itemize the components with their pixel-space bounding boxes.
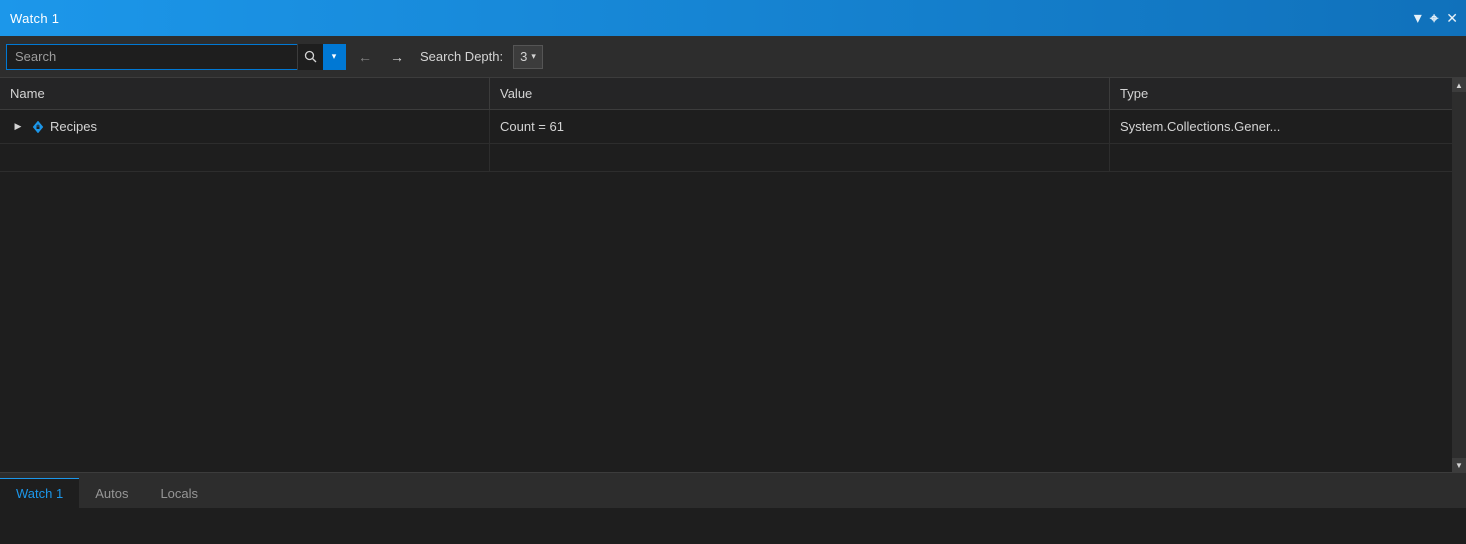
column-header-name: Name (0, 78, 490, 109)
watch-window: Watch 1 ▾ ⌖ ✕ ▾ ← → Search Dept (0, 0, 1466, 508)
empty-cell-value (490, 144, 1110, 171)
tab-watch1[interactable]: Watch 1 (0, 478, 79, 508)
scrollbar-track: ▲ ▼ (1452, 78, 1466, 472)
variable-icon (30, 119, 46, 135)
search-box: ▾ (6, 44, 346, 70)
dropdown-icon[interactable]: ▾ (1414, 8, 1422, 28)
title-bar: Watch 1 ▾ ⌖ ✕ (0, 0, 1466, 36)
variable-type: System.Collections.Gener... (1120, 119, 1280, 134)
nav-back-button[interactable]: ← (352, 44, 378, 70)
nav-forward-icon: → (390, 49, 404, 65)
cell-value: Count = 61 (490, 110, 1110, 143)
title-bar-actions: ▾ ⌖ ✕ (1414, 8, 1458, 28)
tab-bar: Watch 1 Autos Locals (0, 472, 1466, 508)
search-depth-label: Search Depth: (420, 49, 503, 64)
tab-locals[interactable]: Locals (144, 478, 214, 508)
content-area: Name Value Type ▶ (0, 78, 1466, 472)
variable-name: Recipes (50, 119, 97, 134)
nav-back-icon: ← (358, 49, 372, 65)
tab-autos[interactable]: Autos (79, 478, 144, 508)
nav-forward-button[interactable]: → (384, 44, 410, 70)
expand-button[interactable]: ▶ (10, 119, 26, 135)
title-bar-title: Watch 1 (10, 11, 59, 26)
toolbar: ▾ ← → Search Depth: 3 ▾ (0, 36, 1466, 78)
search-dropdown-chevron: ▾ (332, 51, 337, 62)
column-header-value: Value (490, 78, 1110, 109)
empty-row[interactable] (0, 144, 1466, 172)
search-depth-select[interactable]: 3 ▾ (513, 45, 543, 69)
depth-dropdown-arrow: ▾ (531, 51, 536, 62)
scrollbar-up-button[interactable]: ▲ (1452, 78, 1466, 92)
cell-name: ▶ Recipes (0, 110, 490, 143)
table-row[interactable]: ▶ Recipes Count = 61 (0, 110, 1466, 144)
empty-cell-type (1110, 144, 1466, 171)
column-header-type: Type (1110, 78, 1466, 109)
scrollbar-down-button[interactable]: ▼ (1452, 458, 1466, 472)
table-body: ▶ Recipes Count = 61 (0, 110, 1466, 172)
variable-value: Count = 61 (500, 119, 564, 134)
table-header: Name Value Type (0, 78, 1466, 110)
cell-type: System.Collections.Gener... (1110, 110, 1466, 143)
close-icon[interactable]: ✕ (1446, 10, 1458, 27)
empty-space (0, 172, 1466, 472)
pin-icon[interactable]: ⌖ (1430, 10, 1438, 27)
search-icon-button[interactable] (297, 44, 323, 70)
search-icon (304, 50, 317, 63)
search-depth-value: 3 (520, 49, 527, 64)
search-dropdown-button[interactable]: ▾ (323, 44, 345, 70)
search-input[interactable] (7, 49, 297, 64)
empty-cell-name (0, 144, 490, 171)
